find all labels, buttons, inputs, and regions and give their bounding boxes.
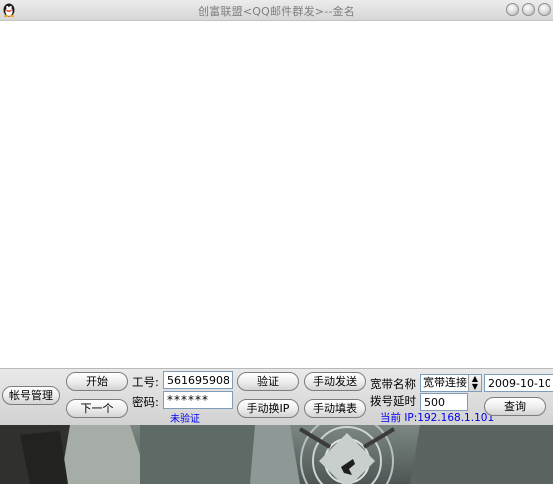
verify-button[interactable]: 验证 — [237, 372, 299, 391]
window-title: 创富联盟<QQ邮件群发>--金名 — [198, 5, 355, 18]
dial-delay-input[interactable] — [420, 393, 468, 411]
password-input[interactable] — [163, 391, 233, 409]
query-button[interactable]: 查询 — [484, 397, 546, 416]
change-ip-button[interactable]: 手动换IP — [237, 399, 299, 418]
broadband-selected-value: 宽带连接 — [423, 376, 467, 389]
dial-delay-label: 拨号延时 — [370, 394, 416, 408]
job-no-label: 工号: — [132, 375, 159, 389]
start-button[interactable]: 开始 — [66, 372, 128, 391]
maximize-button[interactable] — [522, 3, 535, 16]
next-button[interactable]: 下一个 — [66, 399, 128, 418]
broadband-name-label: 宽带名称 — [370, 377, 416, 391]
current-ip-text: 当前 IP:192.168.1.101 — [380, 412, 495, 424]
spinner-arrows-icon[interactable]: ▲ ▼ — [468, 375, 481, 391]
minimize-button[interactable] — [506, 3, 519, 16]
close-button[interactable] — [538, 3, 551, 16]
background-scene-image — [0, 425, 553, 484]
manual-send-button[interactable]: 手动发送 — [304, 372, 366, 391]
manual-fill-button[interactable]: 手动填表 — [304, 399, 366, 418]
account-manage-button[interactable]: 帐号管理 — [2, 386, 60, 405]
title-bar: 创富联盟<QQ邮件群发>--金名 — [0, 0, 553, 21]
broadband-select[interactable]: 宽带连接 ▲ ▼ — [420, 374, 482, 392]
job-no-input[interactable] — [163, 371, 233, 389]
password-label: 密码: — [132, 395, 159, 409]
date-input[interactable] — [484, 374, 553, 392]
main-content-area — [0, 21, 553, 368]
verify-status-text: 未验证 — [170, 414, 200, 425]
